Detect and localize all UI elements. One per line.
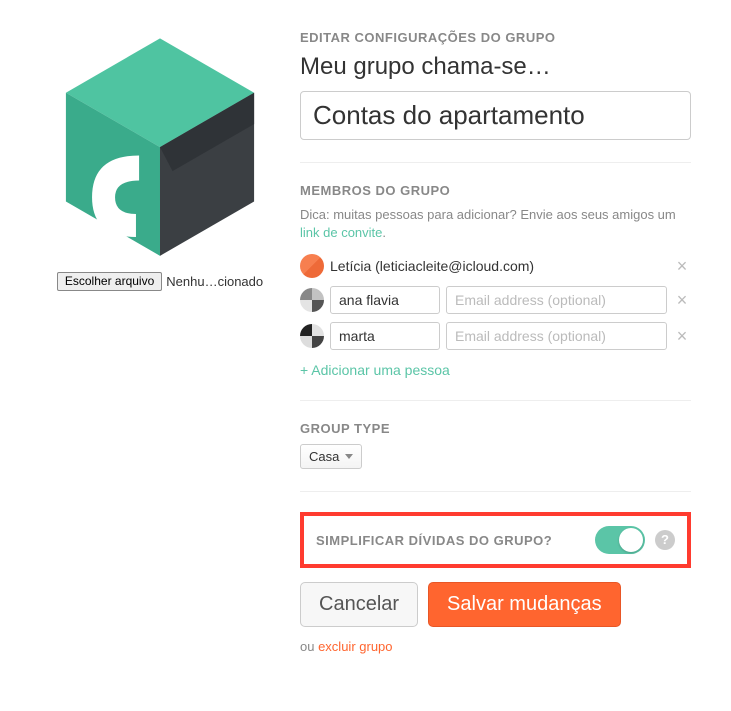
member-email-input[interactable] bbox=[446, 322, 667, 350]
avatar bbox=[300, 254, 324, 278]
remove-member-icon[interactable]: × bbox=[673, 257, 691, 275]
group-name-label: Meu grupo chama-se… bbox=[300, 53, 691, 81]
help-icon[interactable]: ? bbox=[655, 530, 675, 550]
chevron-down-icon bbox=[345, 454, 353, 459]
section-heading-grouptype: GROUP TYPE bbox=[300, 421, 691, 436]
choose-file-button[interactable]: Escolher arquivo bbox=[57, 272, 162, 291]
member-name-input[interactable] bbox=[330, 286, 440, 314]
member-row: × bbox=[300, 286, 691, 314]
group-name-input[interactable] bbox=[300, 91, 691, 140]
save-button[interactable]: Salvar mudanças bbox=[428, 582, 621, 627]
simplify-toggle[interactable] bbox=[595, 526, 645, 554]
file-status: Nenhu…cionado bbox=[166, 274, 263, 289]
member-name-input[interactable] bbox=[330, 322, 440, 350]
avatar bbox=[300, 288, 324, 312]
members-hint: Dica: muitas pessoas para adicionar? Env… bbox=[300, 206, 691, 242]
avatar bbox=[300, 324, 324, 348]
add-person-link[interactable]: + Adicionar uma pessoa bbox=[300, 362, 450, 378]
section-heading-simplify: SIMPLIFICAR DÍVIDAS DO GRUPO? bbox=[316, 533, 585, 548]
member-row: Letícia (leticiacleite@icloud.com) × bbox=[300, 254, 691, 278]
remove-member-icon[interactable]: × bbox=[673, 327, 691, 345]
delete-group-link[interactable]: excluir grupo bbox=[318, 639, 392, 654]
or-text: ou bbox=[300, 639, 318, 654]
section-heading-edit: EDITAR CONFIGURAÇÕES DO GRUPO bbox=[300, 30, 691, 45]
cancel-button[interactable]: Cancelar bbox=[300, 582, 418, 627]
remove-member-icon[interactable]: × bbox=[673, 291, 691, 309]
member-display: Letícia (leticiacleite@icloud.com) bbox=[330, 258, 667, 274]
hint-suffix: . bbox=[382, 225, 386, 240]
simplify-debts-row: SIMPLIFICAR DÍVIDAS DO GRUPO? ? bbox=[300, 512, 691, 568]
invite-link[interactable]: link de convite bbox=[300, 225, 382, 240]
group-type-select[interactable]: Casa bbox=[300, 444, 362, 469]
group-type-value: Casa bbox=[309, 449, 339, 464]
hint-text: Dica: muitas pessoas para adicionar? Env… bbox=[300, 207, 676, 222]
member-row: × bbox=[300, 322, 691, 350]
group-avatar bbox=[55, 30, 265, 260]
section-heading-members: MEMBROS DO GRUPO bbox=[300, 183, 691, 198]
member-email-input[interactable] bbox=[446, 286, 667, 314]
